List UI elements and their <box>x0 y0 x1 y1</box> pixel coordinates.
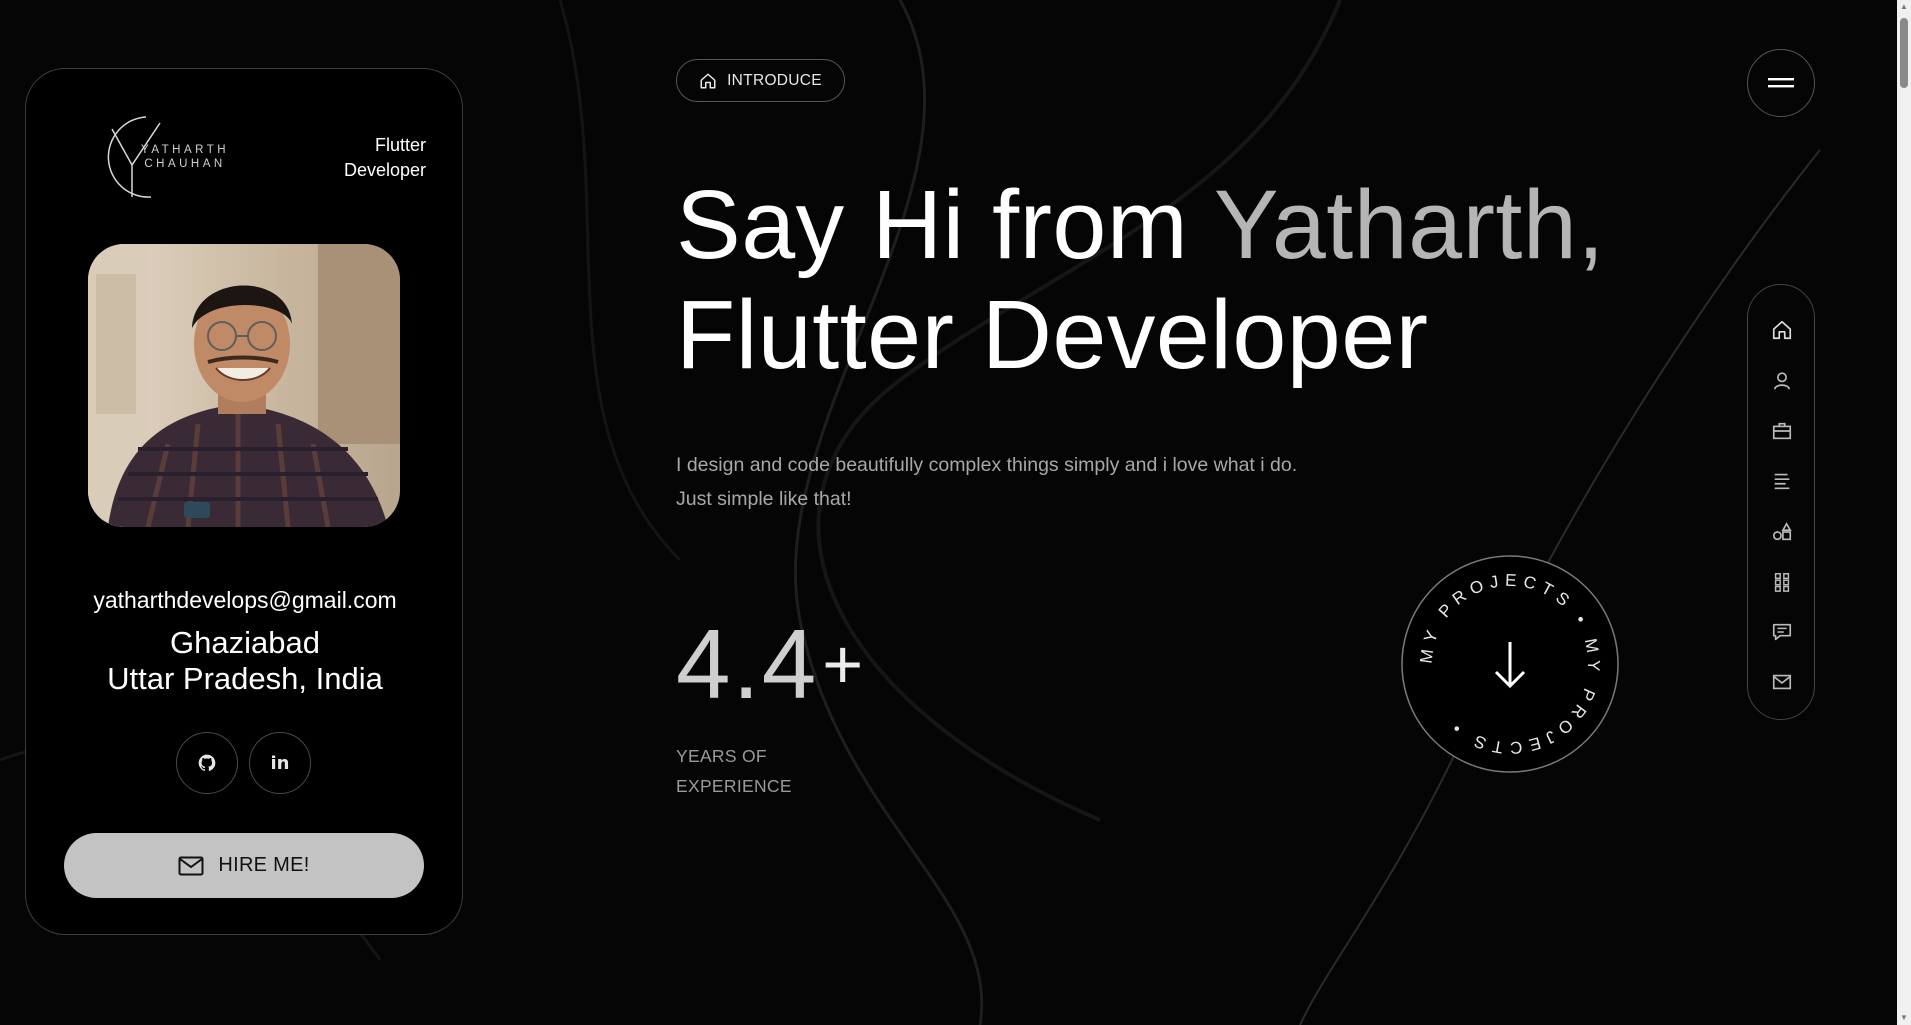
experience-suffix: + <box>822 625 866 703</box>
scroll-up-arrow-icon[interactable]: ▲ <box>1900 2 1908 12</box>
role-line-1: Flutter <box>374 135 426 155</box>
scrollbar-thumb[interactable] <box>1900 18 1908 88</box>
brand-name-last: CHAUHAN <box>144 158 226 170</box>
page-scrollbar[interactable]: ▲ ▼ <box>1897 0 1911 1025</box>
headline-role: Flutter Developer <box>676 280 1429 389</box>
hamburger-icon <box>1768 78 1794 88</box>
page: YATHARTH CHAUHAN Flutter Developer yatha… <box>0 0 1911 1025</box>
hire-me-label: HIRE ME! <box>218 854 310 876</box>
github-icon <box>198 754 216 772</box>
brand-name-first: YATHARTH <box>141 144 230 156</box>
nav-item-contact[interactable] <box>1769 669 1795 695</box>
mail-icon <box>1772 674 1792 690</box>
hire-me-button[interactable]: HIRE ME! <box>64 833 424 898</box>
scroll-down-arrow-icon[interactable]: ▼ <box>1900 1013 1908 1023</box>
linkedin-button[interactable]: in <box>249 732 311 794</box>
nav-item-skills[interactable] <box>1769 519 1795 545</box>
experience-value: 4.4 <box>676 609 819 719</box>
contact-email[interactable]: yatharthdevelops@gmail.com <box>26 587 464 614</box>
brand-logo-text: YATHARTH CHAUHAN <box>141 143 229 171</box>
grid-icon <box>1774 573 1790 592</box>
home-icon <box>1772 320 1792 340</box>
experience-stat: 4.4+ <box>676 608 865 721</box>
home-icon <box>700 73 716 88</box>
section-pill-label: INTRODUCE <box>727 71 822 89</box>
nav-item-resume[interactable] <box>1769 418 1795 444</box>
shapes-icon <box>1772 522 1792 541</box>
nav-item-services[interactable] <box>1769 468 1795 494</box>
social-links: in <box>176 732 316 794</box>
location-city: Ghaziabad <box>170 625 320 660</box>
linkedin-icon: in <box>270 752 290 774</box>
hero-description: I design and code beautifully complex th… <box>676 454 1298 510</box>
role-line-2: Developer <box>343 160 426 180</box>
nav-item-testimonials[interactable] <box>1769 619 1795 645</box>
my-projects-badge[interactable]: MY PROJECTS • MY PROJECTS • <box>1400 554 1620 774</box>
profile-card: YATHARTH CHAUHAN Flutter Developer yatha… <box>25 68 463 935</box>
mail-icon <box>178 856 204 875</box>
nav-item-portfolio[interactable] <box>1769 569 1795 595</box>
location-state: Uttar Pradesh, India <box>107 661 383 696</box>
experience-label-line-1: YEARS OF <box>676 746 767 766</box>
align-icon <box>1774 473 1790 490</box>
experience-label: YEARS OF EXPERIENCE <box>676 741 876 801</box>
menu-button[interactable] <box>1747 49 1815 117</box>
experience-label-line-2: EXPERIENCE <box>676 776 792 796</box>
profile-photo <box>88 244 400 527</box>
nav-item-home[interactable] <box>1769 317 1795 343</box>
headline-name: Yatharth, <box>1213 170 1605 279</box>
profile-photo-image <box>88 244 400 527</box>
hero-headline: Say Hi from Yatharth, Flutter Developer <box>676 170 1736 390</box>
role-title: Flutter Developer <box>286 133 426 183</box>
side-navigation <box>1747 284 1815 720</box>
headline-greeting: Say Hi from <box>676 170 1214 279</box>
comment-icon <box>1772 623 1792 641</box>
github-button[interactable] <box>176 732 238 794</box>
user-icon <box>1773 372 1791 390</box>
nav-item-about[interactable] <box>1769 368 1795 394</box>
section-pill-introduce: INTRODUCE <box>676 59 845 102</box>
briefcase-icon <box>1772 422 1792 440</box>
